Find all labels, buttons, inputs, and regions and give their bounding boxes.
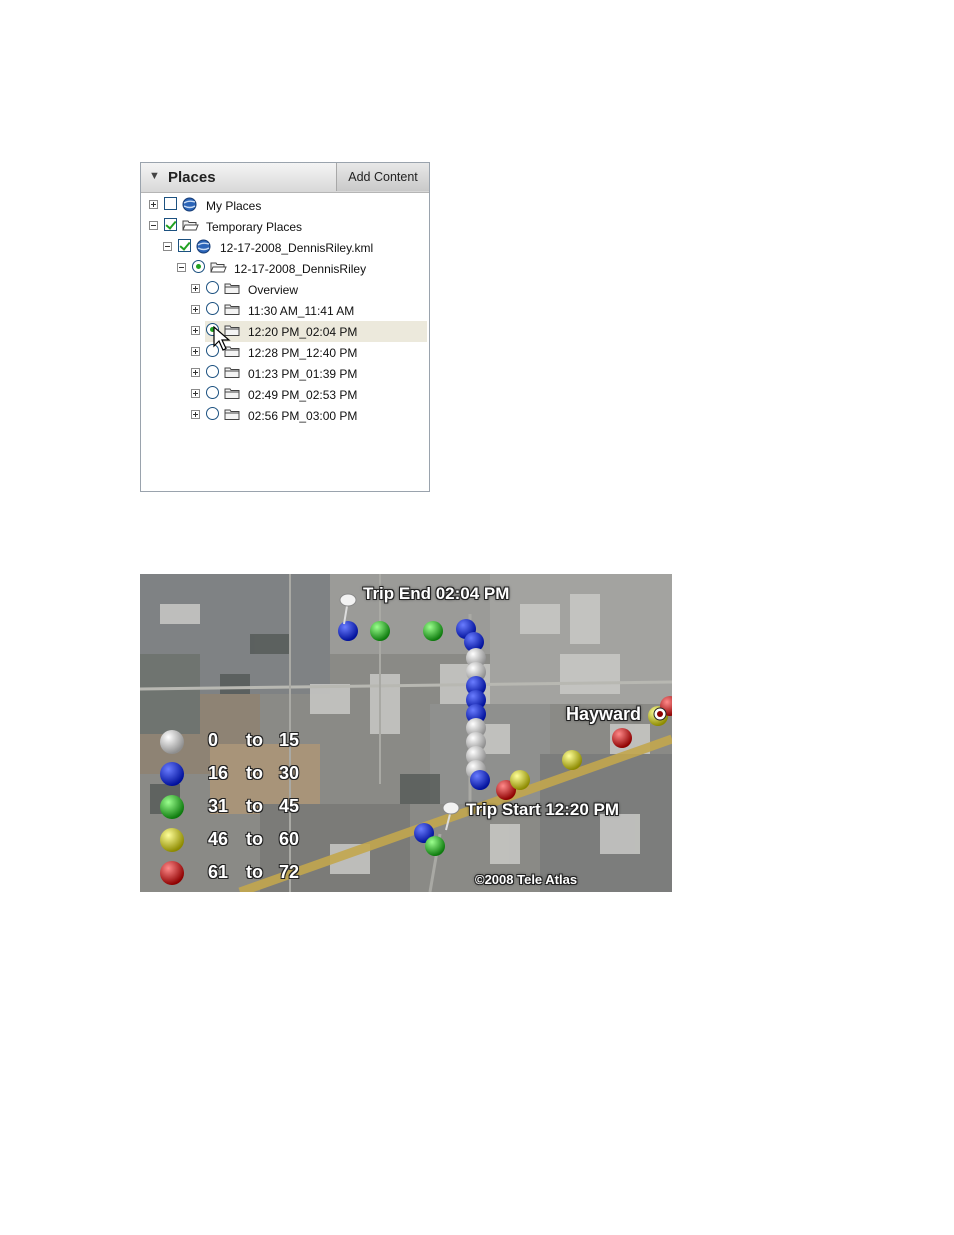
open-folder-icon <box>210 262 227 273</box>
legend-from: 61 <box>208 862 229 882</box>
folder-icon <box>224 367 240 378</box>
tree-item[interactable]: 01:23 PM_01:39 PM <box>141 364 429 385</box>
folder-icon <box>224 283 240 294</box>
legend-from: 31 <box>208 796 229 816</box>
radio-button[interactable] <box>192 260 205 273</box>
tree-item-label: 02:49 PM_02:53 PM <box>248 388 358 402</box>
tree-item[interactable]: 02:49 PM_02:53 PM <box>141 385 429 406</box>
legend-to-word: to <box>246 796 263 816</box>
expand-icon[interactable] <box>191 368 200 377</box>
expand-icon[interactable] <box>191 389 200 398</box>
speed-markers <box>338 619 672 856</box>
tree-item[interactable]: 11:30 AM_11:41 AM <box>141 301 429 322</box>
folder-icon <box>224 304 240 315</box>
places-header: ▼ Places Add Content <box>141 163 429 193</box>
map-copyright: ©2008 Tele Atlas <box>475 872 578 887</box>
places-title: Places <box>168 169 216 186</box>
tree-item[interactable]: 12:28 PM_12:40 PM <box>141 343 429 364</box>
tree-item-label: Temporary Places <box>206 220 303 234</box>
tree-item[interactable]: Overview <box>141 280 429 301</box>
trip-start-label: Trip Start 12:20 PM <box>466 800 620 819</box>
expand-icon[interactable] <box>191 305 200 314</box>
mouse-cursor-icon <box>213 326 231 351</box>
open-folder-icon <box>182 220 199 231</box>
legend-to: 15 <box>279 730 300 750</box>
checkbox[interactable] <box>164 218 177 231</box>
folder-icon <box>224 388 240 399</box>
legend-from: 46 <box>208 829 229 849</box>
speed-legend: 0 to 15 16 to 30 31 to 45 46 to 60 61 to 72 <box>140 726 320 892</box>
tree-item-label: 11:30 AM_11:41 AM <box>248 304 355 318</box>
expand-icon[interactable] <box>149 200 158 209</box>
tree-item[interactable]: 02:56 PM_03:00 PM <box>141 406 429 427</box>
folder-icon <box>224 409 240 420</box>
radio-button[interactable] <box>206 281 219 294</box>
tree-item[interactable]: My Places <box>141 196 429 217</box>
legend-to: 60 <box>279 829 300 849</box>
city-label: Hayward <box>566 704 642 724</box>
radio-button[interactable] <box>206 407 219 420</box>
collapse-icon[interactable] <box>149 221 158 230</box>
legend-from: 0 <box>208 730 219 750</box>
expand-icon[interactable] <box>191 284 200 293</box>
legend-to: 45 <box>279 796 300 816</box>
places-panel: ▼ Places Add Content My Places Temporary … <box>140 162 430 492</box>
tree-item-label: 01:23 PM_01:39 PM <box>248 367 358 381</box>
tree-item-label: 12:20 PM_02:04 PM <box>248 325 358 339</box>
collapse-triangle-icon[interactable]: ▼ <box>149 170 160 182</box>
legend-to-word: to <box>246 862 263 882</box>
add-content-button[interactable]: Add Content <box>336 163 429 191</box>
collapse-icon[interactable] <box>163 242 172 251</box>
legend-to: 72 <box>279 862 300 882</box>
tree-item-label: My Places <box>206 199 262 213</box>
map-view[interactable]: Trip End 02:04 PM Trip Start 12:20 PM Ha… <box>140 574 672 892</box>
tree-item-label: 02:56 PM_03:00 PM <box>248 409 358 423</box>
legend-to: 30 <box>279 763 300 783</box>
trip-end-pushpin-icon <box>339 593 357 625</box>
radio-button[interactable] <box>206 365 219 378</box>
checkbox[interactable] <box>178 239 191 252</box>
expand-icon[interactable] <box>191 410 200 419</box>
legend-to-word: to <box>246 763 263 783</box>
tree-item[interactable]: 12-17-2008_DennisRiley.kml <box>141 238 429 259</box>
radio-button[interactable] <box>206 302 219 315</box>
tree-item[interactable]: Temporary Places <box>141 217 429 238</box>
globe-icon <box>182 197 197 212</box>
tree-item-label: 12-17-2008_DennisRiley <box>234 262 367 276</box>
tree-item-label: 12:28 PM_12:40 PM <box>248 346 358 360</box>
trip-end-label: Trip End 02:04 PM <box>363 584 510 603</box>
legend-from: 16 <box>208 763 229 783</box>
tree-item-label: 12-17-2008_DennisRiley.kml <box>220 241 374 255</box>
collapse-icon[interactable] <box>177 263 186 272</box>
expand-icon[interactable] <box>191 347 200 356</box>
tree-item[interactable]: 12-17-2008_DennisRiley <box>141 259 429 280</box>
tree-item[interactable]: 12:20 PM_02:04 PM <box>141 321 429 343</box>
trip-start-pushpin-icon <box>442 801 460 831</box>
checkbox[interactable] <box>164 197 177 210</box>
hayward-place-marker <box>653 707 667 721</box>
tree-item-label: Overview <box>248 283 299 297</box>
globe-icon <box>196 239 211 254</box>
radio-button[interactable] <box>206 386 219 399</box>
expand-icon[interactable] <box>191 326 200 335</box>
legend-to-word: to <box>246 730 263 750</box>
legend-to-word: to <box>246 829 263 849</box>
